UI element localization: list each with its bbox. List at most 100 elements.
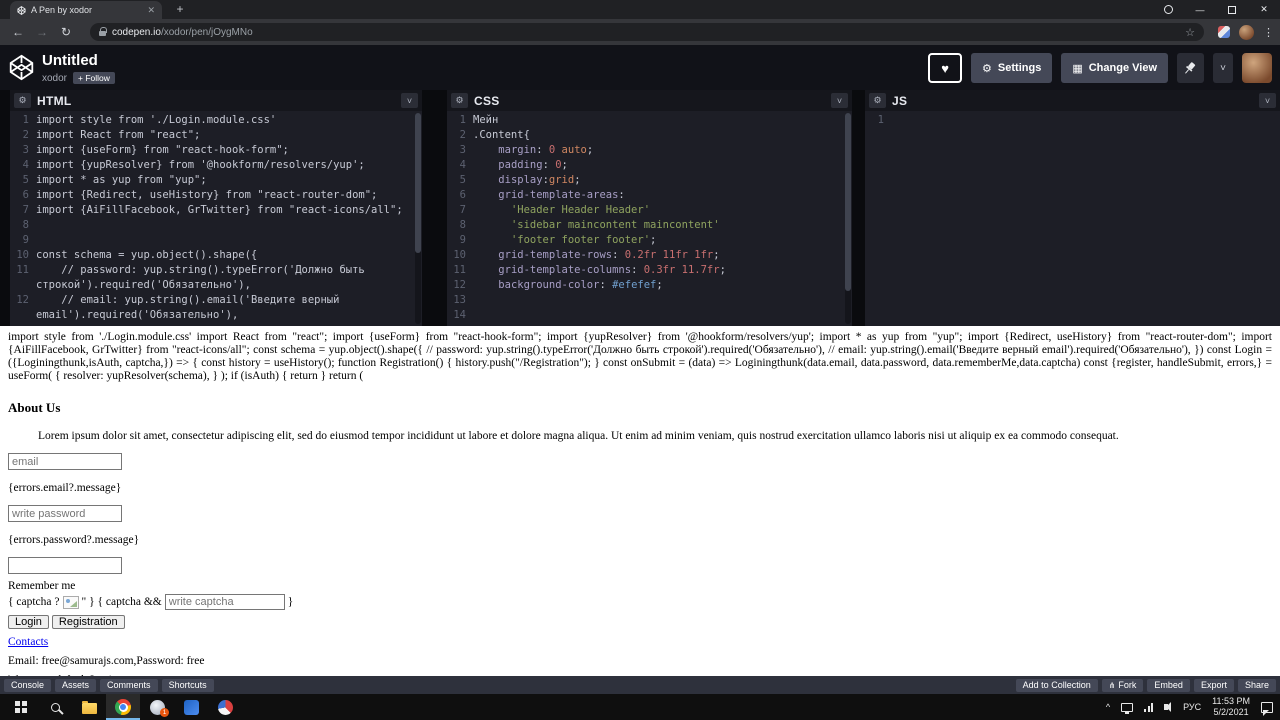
registration-button[interactable]: Registration	[51, 615, 125, 629]
pen-title: Untitled	[42, 52, 98, 69]
code-line: 8	[10, 218, 422, 233]
url-path: /xodor/pen/jOygMNo	[160, 26, 253, 38]
pen-header: Untitled xodor + Follow ♥ ⚙ Settings ▦ Cha…	[0, 45, 1280, 90]
code-line-text: grid-template-rows: 0.2fr 11fr 1fr;	[498, 249, 720, 261]
code-line-text: .Content{	[473, 129, 530, 141]
captcha-input[interactable]	[164, 594, 285, 610]
export-button[interactable]: Export	[1193, 678, 1234, 692]
code-line-text: import {AiFillFacebook, GrTwitter} from …	[36, 204, 403, 216]
email-input[interactable]	[8, 453, 122, 470]
line-number: 2	[459, 129, 466, 141]
code-area[interactable]: 1	[865, 111, 1280, 326]
line-number: 11	[16, 264, 29, 276]
profile-avatar[interactable]	[1242, 53, 1272, 83]
share-button[interactable]: Share	[1237, 678, 1276, 692]
password-error-text: {errors.password?.message}	[8, 534, 140, 546]
close-button[interactable]: ✕	[1248, 0, 1280, 19]
taskbar-app-red-button[interactable]	[208, 694, 242, 720]
pen-author[interactable]: xodor	[42, 73, 67, 84]
browser-menu-icon[interactable]: ⋮	[1263, 26, 1274, 39]
login-button[interactable]: Login	[8, 615, 49, 629]
clock[interactable]: 11:53 PM 5/2/2021	[1212, 696, 1250, 718]
tab-title: A Pen by xodor	[31, 5, 93, 15]
code-line-text: Мейн	[473, 114, 499, 126]
follow-button[interactable]: + Follow	[73, 72, 115, 84]
start-button[interactable]	[4, 694, 38, 720]
editor-settings-icon[interactable]: ⚙	[451, 93, 468, 108]
taskbar-app-notification-button[interactable]: 1	[140, 694, 174, 720]
about-heading: About Us	[8, 400, 61, 415]
forward-icon[interactable]: →	[30, 25, 54, 39]
editor-scrollbar[interactable]	[415, 113, 421, 324]
time-text: 11:53 PM	[1212, 696, 1250, 706]
editor-collapse-icon[interactable]: ˅	[831, 93, 848, 108]
new-tab-button[interactable]: +	[172, 2, 188, 16]
code-line: 1 import style from './Login.module.css'	[10, 113, 422, 128]
line-number: 11	[453, 264, 466, 276]
assets-button[interactable]: Assets	[55, 678, 97, 692]
reload-icon[interactable]: ↻	[54, 25, 78, 39]
tab-close-icon[interactable]: ✕	[147, 5, 155, 16]
taskbar-chrome-button[interactable]	[106, 694, 140, 720]
codepen-logo-icon[interactable]	[8, 54, 35, 81]
tray-expand-icon[interactable]: ^	[1106, 702, 1110, 712]
language-indicator[interactable]: РУС	[1183, 702, 1201, 712]
line-number: 4	[459, 159, 466, 171]
editor-settings-icon[interactable]: ⚙	[14, 93, 31, 108]
code-line: 9 'footer footer footer';	[447, 233, 852, 248]
titlebar-circle-icon[interactable]	[1152, 0, 1184, 19]
code-line-text: grid-template-columns: 0.3fr 11.7fr;	[498, 264, 726, 276]
back-icon[interactable]: ←	[6, 25, 30, 39]
fork-button[interactable]: ⋔ Fork	[1101, 678, 1144, 692]
display-icon[interactable]	[1121, 702, 1134, 714]
password-input[interactable]	[8, 505, 122, 522]
maximize-button[interactable]	[1216, 0, 1248, 19]
code-area[interactable]: 1 import style from './Login.module.css' 2…	[10, 111, 422, 326]
code-area[interactable]: 1 Мейн 2 .Content{3 margin: 0 auto; 4 paddin…	[447, 111, 852, 326]
url-text: codepen.io/xodor/pen/jOygMNo	[112, 27, 253, 38]
line-number: 10	[453, 249, 466, 261]
change-view-button[interactable]: ▦ Change View	[1061, 53, 1168, 83]
settings-button[interactable]: ⚙ Settings	[971, 53, 1053, 83]
console-button[interactable]: Console	[4, 678, 52, 692]
taskbar-explorer-button[interactable]	[72, 694, 106, 720]
love-button[interactable]: ♥	[928, 53, 963, 83]
editor-collapse-icon[interactable]: ˅	[401, 93, 418, 108]
minimize-button[interactable]: —	[1184, 0, 1216, 19]
change-view-label: Change View	[1088, 62, 1157, 74]
add-to-collection-button[interactable]: Add to Collection	[1015, 678, 1098, 692]
pen-header-actions: ♥ ⚙ Settings ▦ Change View ˅	[928, 53, 1272, 83]
comments-button[interactable]: Comments	[100, 678, 158, 692]
code-line: 3 margin: 0 auto;	[447, 143, 852, 158]
browser-profile-avatar[interactable]	[1239, 24, 1254, 40]
app-red-icon	[217, 699, 233, 715]
line-number: 6	[459, 189, 466, 201]
line-number: 10	[16, 249, 29, 261]
lorem-paragraph: Lorem ipsum dolor sit amet, consectetur …	[38, 430, 1119, 442]
embed-button[interactable]: Embed	[1147, 678, 1190, 692]
action-center-icon[interactable]	[1261, 701, 1273, 716]
code-line-text: import {useForm} from "react-hook-form";	[36, 144, 289, 156]
pin-dropdown-button[interactable]: ˅	[1213, 53, 1233, 83]
shortcuts-button[interactable]: Shortcuts	[161, 678, 214, 692]
taskbar-app-blue-button[interactable]	[174, 694, 208, 720]
window-controls: — ✕	[1152, 0, 1280, 19]
pin-button[interactable]	[1177, 53, 1204, 83]
contacts-link[interactable]: Contacts	[8, 636, 48, 648]
address-bar[interactable]: codepen.io/xodor/pen/jOygMNo ☆	[90, 23, 1204, 41]
browser-tab[interactable]: A Pen by xodor ✕	[10, 1, 162, 19]
line-number: 13	[453, 294, 466, 306]
remember-me-input[interactable]	[8, 557, 122, 574]
taskbar-search-button[interactable]	[38, 694, 72, 720]
bookmark-star-icon[interactable]: ☆	[1185, 26, 1195, 39]
speaker-icon[interactable]	[1164, 702, 1172, 712]
credentials-text: Email: free@samurajs.com,Password: free	[8, 655, 205, 667]
editor-scrollbar[interactable]	[845, 113, 851, 324]
editor-settings-icon[interactable]: ⚙	[869, 93, 886, 108]
network-icon[interactable]	[1144, 702, 1154, 712]
editor-collapse-icon[interactable]: ˅	[1259, 93, 1276, 108]
code-line: 10 const schema = yup.object().shape({	[10, 248, 422, 263]
extension-icon[interactable]	[1218, 26, 1230, 38]
captcha-text-prefix: { captcha ?	[8, 596, 60, 608]
